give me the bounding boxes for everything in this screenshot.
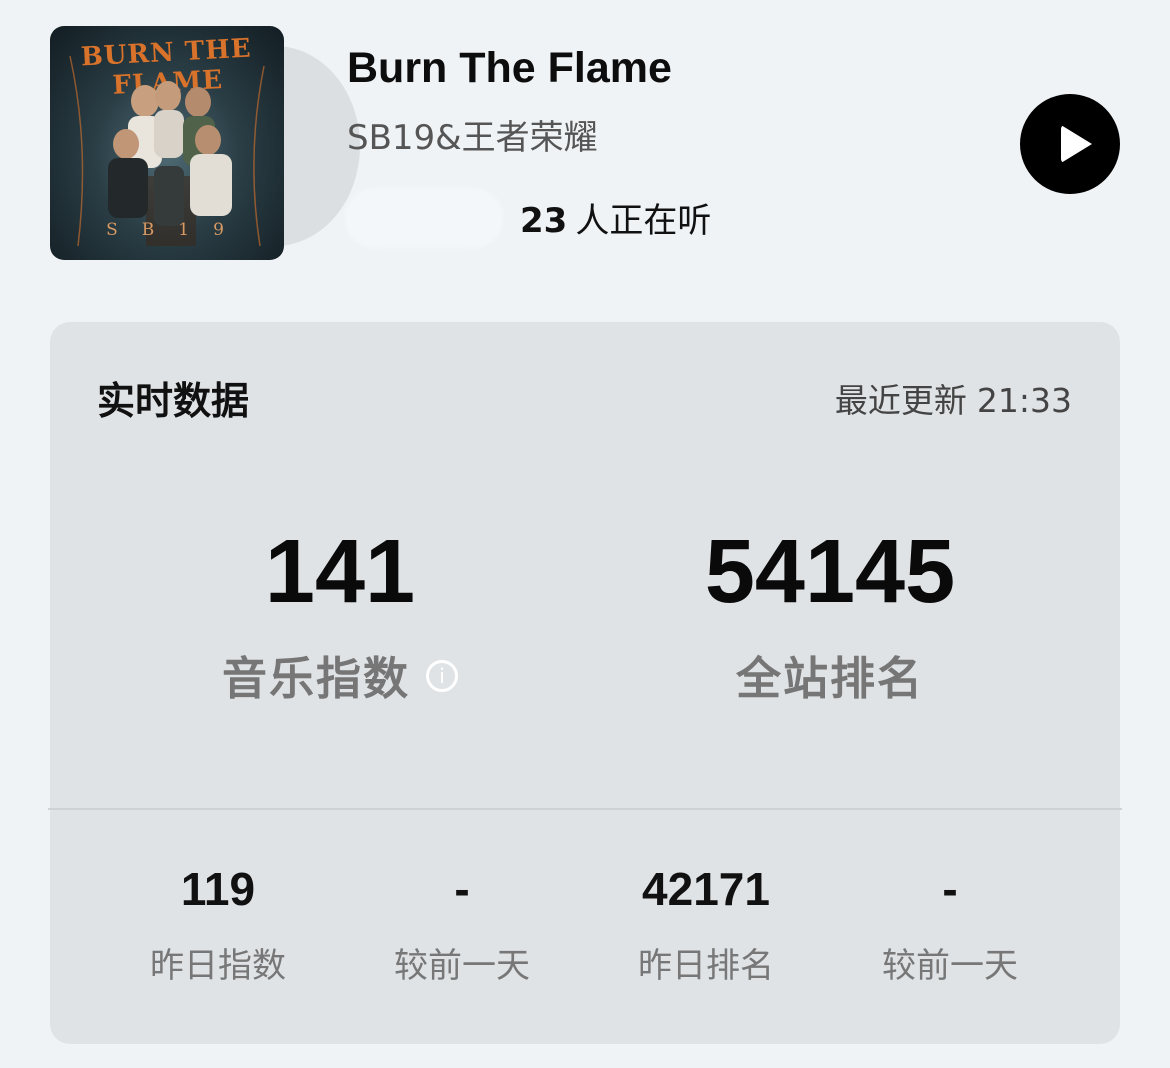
last-updated-time: 21:33 xyxy=(976,381,1072,420)
yesterday-index-value: 119 xyxy=(180,863,256,915)
index-change-label: 较前一天 xyxy=(394,946,530,986)
site-rank-value: 54145 xyxy=(704,522,956,622)
album-art-band: SB19 xyxy=(106,220,248,240)
play-icon xyxy=(1061,125,1092,163)
card-title: 实时数据 xyxy=(97,379,250,423)
realtime-data-card: 实时数据 最近更新21:33 141 音乐指数 54145 全站排名 119 昨… xyxy=(48,322,1122,1044)
album-art: BURN THE FLAME SB19 xyxy=(50,26,284,260)
index-change-stat: - 较前一天 xyxy=(362,862,562,987)
yesterday-rank-stat: 42171 昨日排名 xyxy=(606,862,806,987)
info-icon[interactable] xyxy=(426,660,458,692)
yesterday-rank-value: 42171 xyxy=(642,863,770,915)
listener-avatars xyxy=(345,188,503,248)
music-index-label-text: 音乐指数 xyxy=(221,652,410,705)
yesterday-index-stat: 119 昨日指数 xyxy=(118,862,318,987)
album-cover[interactable]: BURN THE FLAME SB19 xyxy=(50,26,360,260)
yesterday-index-label: 昨日指数 xyxy=(150,946,286,986)
rank-change-stat: - 较前一天 xyxy=(850,862,1050,987)
listeners-count: 23 xyxy=(520,201,568,241)
last-updated: 最近更新 21:33 xyxy=(835,374,1072,422)
rank-change-value: - xyxy=(942,863,958,915)
last-updated-label: 最近更新 xyxy=(834,381,967,420)
listeners-suffix: 人正在听 xyxy=(575,201,712,241)
divider xyxy=(48,808,1122,810)
song-title: Burn The Flame xyxy=(347,44,672,92)
play-button[interactable] xyxy=(1020,94,1120,194)
artist-name[interactable]: SB19&王者荣耀 xyxy=(347,110,598,159)
music-index-value: 141 xyxy=(264,522,416,622)
yesterday-rank-label: 昨日排名 xyxy=(638,946,774,986)
music-index-stat: 141 音乐指数 xyxy=(50,522,630,707)
rank-change-label: 较前一天 xyxy=(882,946,1018,986)
site-rank-stat: 54145 全站排名 xyxy=(590,522,1070,707)
listeners-now: 23 人正在听 xyxy=(520,193,711,242)
index-change-value: - xyxy=(454,863,470,915)
site-rank-label: 全站排名 xyxy=(735,652,924,705)
music-index-label: 音乐指数 xyxy=(50,642,630,707)
